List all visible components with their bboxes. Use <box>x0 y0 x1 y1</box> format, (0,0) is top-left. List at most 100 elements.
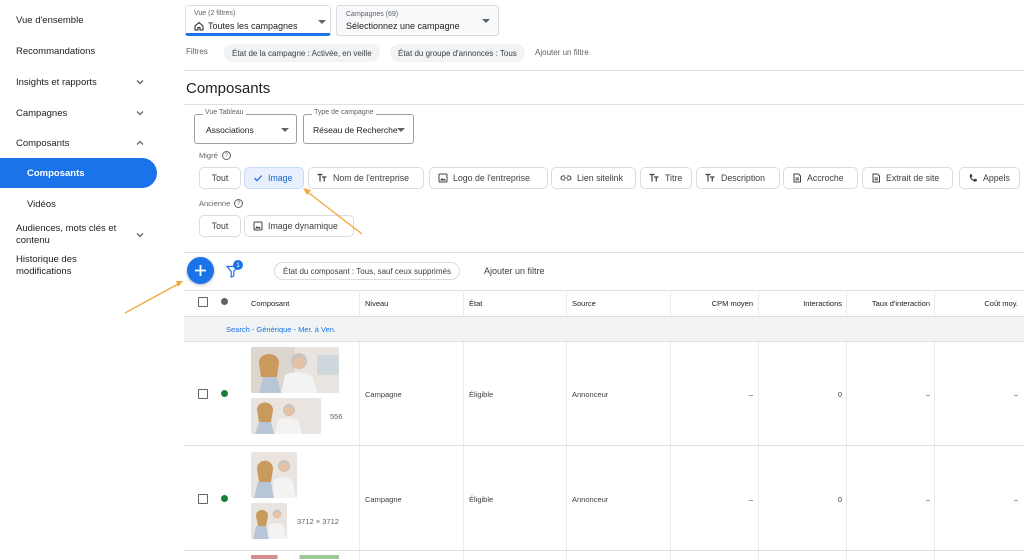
chip-legacy-dynamic-image[interactable]: Image dynamique <box>244 215 354 237</box>
asset-thumbnail[interactable] <box>251 503 287 539</box>
cell-avg-cost: – <box>1013 495 1018 504</box>
chip-migrated-business-logo[interactable]: Logo de l'entreprise <box>429 167 548 189</box>
chip-label: Nom de l'entreprise <box>333 173 409 183</box>
column-header-interactions[interactable]: Interactions <box>758 290 842 316</box>
chip-migrated-business-name[interactable]: Nom de l'entreprise <box>308 167 424 189</box>
asset-thumbnail[interactable] <box>251 347 339 393</box>
asset-dimensions: 3712 × 3712 <box>297 517 339 526</box>
campaign-group-link[interactable]: Search - Générique - Mer. à Ven. <box>226 325 336 334</box>
view-dropdown[interactable]: Vue (2 filtres) Toutes les campagnes <box>185 5 331 36</box>
chip-migrated-image[interactable]: Image <box>244 167 304 189</box>
chip-migrated-all[interactable]: Tout <box>199 167 241 189</box>
caret-down-icon <box>397 128 405 132</box>
sidebar-item-overview[interactable]: Vue d'ensemble <box>0 11 160 29</box>
status-column-dot <box>221 298 228 305</box>
sidebar-item-insights[interactable]: Insights et rapports <box>0 73 160 91</box>
photo-women-image <box>251 503 287 539</box>
column-header-interaction-rate[interactable]: Taux d'interaction <box>846 290 930 316</box>
filter-count-badge: 1 <box>233 260 243 270</box>
cell-source: Annonceur <box>572 495 609 504</box>
sidebar-item-recommendations[interactable]: Recommandations <box>0 42 160 60</box>
sidebar-item-campaigns[interactable]: Campagnes <box>0 104 160 122</box>
chip-label: Lien sitelink <box>577 173 623 183</box>
chip-migrated-callout[interactable]: Accroche <box>783 167 858 189</box>
filter-pill-campaign-status[interactable]: État de la campagne : Activée, en veille <box>224 44 380 62</box>
chip-label: Extrait de site <box>886 173 940 183</box>
asset-thumbnail[interactable] <box>251 555 339 559</box>
caret-down-icon <box>318 20 326 24</box>
chip-label: Description <box>721 173 766 183</box>
phone-icon <box>969 174 977 182</box>
sidebar-item-label: Insights et rapports <box>16 76 97 88</box>
campaign-dropdown[interactable]: Campagnes (69) Sélectionnez une campagne <box>336 5 499 36</box>
column-header-status[interactable]: État <box>469 290 482 316</box>
status-dot <box>221 390 228 397</box>
sidebar-item-change-history[interactable]: Historique des modifications <box>0 253 160 279</box>
cell-source: Annonceur <box>572 390 609 399</box>
campaign-dropdown-value: Sélectionnez une campagne <box>346 21 460 31</box>
sidebar-item-label: Vidéos <box>27 198 56 210</box>
photo-women-image <box>251 398 321 434</box>
chip-migrated-headline[interactable]: Titre <box>640 167 692 189</box>
sidebar-item-videos[interactable]: Vidéos <box>0 195 160 213</box>
campaign-type-select-value: Réseau de Recherche <box>313 125 398 135</box>
help-icon[interactable]: ? <box>221 151 231 160</box>
campaign-type-select[interactable]: Type de campagne Réseau de Recherche <box>303 109 414 144</box>
filter-pill-adgroup-status[interactable]: État du groupe d'annonces : Tous <box>390 44 525 62</box>
callout-icon <box>793 173 801 183</box>
chip-label: Image dynamique <box>268 221 338 231</box>
sidebar-item-assets-sub[interactable]: Composants <box>0 158 157 188</box>
photo-women-image <box>251 347 339 393</box>
asset-dimensions: 556 <box>330 412 343 421</box>
sidebar-item-label: Composants <box>27 167 85 179</box>
chip-migrated-sitelink[interactable]: Lien sitelink <box>551 167 636 189</box>
filter-pill-asset-status[interactable]: État du composant : Tous, sauf ceux supp… <box>274 262 460 280</box>
cell-level: Campagne <box>365 495 402 504</box>
add-filter-link[interactable]: Ajouter un filtre <box>484 266 545 276</box>
annotation-arrow-head <box>176 281 183 287</box>
text-icon <box>705 173 715 182</box>
column-header-level[interactable]: Niveau <box>365 290 388 316</box>
chip-migrated-description[interactable]: Description <box>696 167 780 189</box>
chevron-down-icon <box>136 80 144 85</box>
page-title: Composants <box>186 80 271 97</box>
view-dropdown-value: Toutes les campagnes <box>208 21 298 31</box>
photo-women-image <box>251 452 297 498</box>
table-view-select[interactable]: Vue Tableau Associations <box>194 109 297 144</box>
check-icon <box>254 175 263 182</box>
row-checkbox[interactable] <box>198 494 208 504</box>
filter-button[interactable]: 1 <box>226 260 243 278</box>
chip-migrated-calls[interactable]: Appels <box>959 167 1020 189</box>
add-filter-link[interactable]: Ajouter un filtre <box>535 48 589 57</box>
image-icon <box>438 173 448 183</box>
caret-down-icon <box>281 128 289 132</box>
chip-migrated-structured-snippet[interactable]: Extrait de site <box>862 167 953 189</box>
view-dropdown-caption: Vue (2 filtres) <box>194 10 236 17</box>
text-icon <box>317 173 327 182</box>
cell-interactions: 0 <box>837 390 842 399</box>
asset-thumbnail[interactable] <box>251 398 321 434</box>
add-asset-button[interactable] <box>187 257 214 284</box>
column-header-avg-cost[interactable]: Coût moy. <box>936 290 1018 316</box>
legacy-label-text: Ancienne <box>199 199 231 208</box>
column-header-asset[interactable]: Composant <box>251 290 289 316</box>
sidebar-item-label: Composants <box>16 137 70 149</box>
sidebar-item-audiences[interactable]: Audiences, mots clés et contenu <box>0 222 160 248</box>
select-all-checkbox[interactable] <box>198 297 208 307</box>
filters-label: Filtres <box>186 47 208 56</box>
chip-label: Tout <box>211 221 229 231</box>
chip-legacy-all[interactable]: Tout <box>199 215 241 237</box>
sidebar-item-assets[interactable]: Composants <box>0 134 160 152</box>
cell-avg-cpm: – <box>748 495 753 504</box>
help-icon[interactable]: ? <box>234 199 244 208</box>
snippet-icon <box>872 173 880 183</box>
table-view-select-label: Vue Tableau <box>203 109 246 116</box>
cell-status: Éligible <box>469 390 494 399</box>
cell-interaction-rate: – <box>925 495 930 504</box>
column-header-source[interactable]: Source <box>572 290 596 316</box>
chip-label: Logo de l'entreprise <box>453 173 530 183</box>
cell-level: Campagne <box>365 390 402 399</box>
column-header-avg-cpm[interactable]: CPM moyen <box>670 290 753 316</box>
asset-thumbnail[interactable] <box>251 452 297 498</box>
row-checkbox[interactable] <box>198 389 208 399</box>
